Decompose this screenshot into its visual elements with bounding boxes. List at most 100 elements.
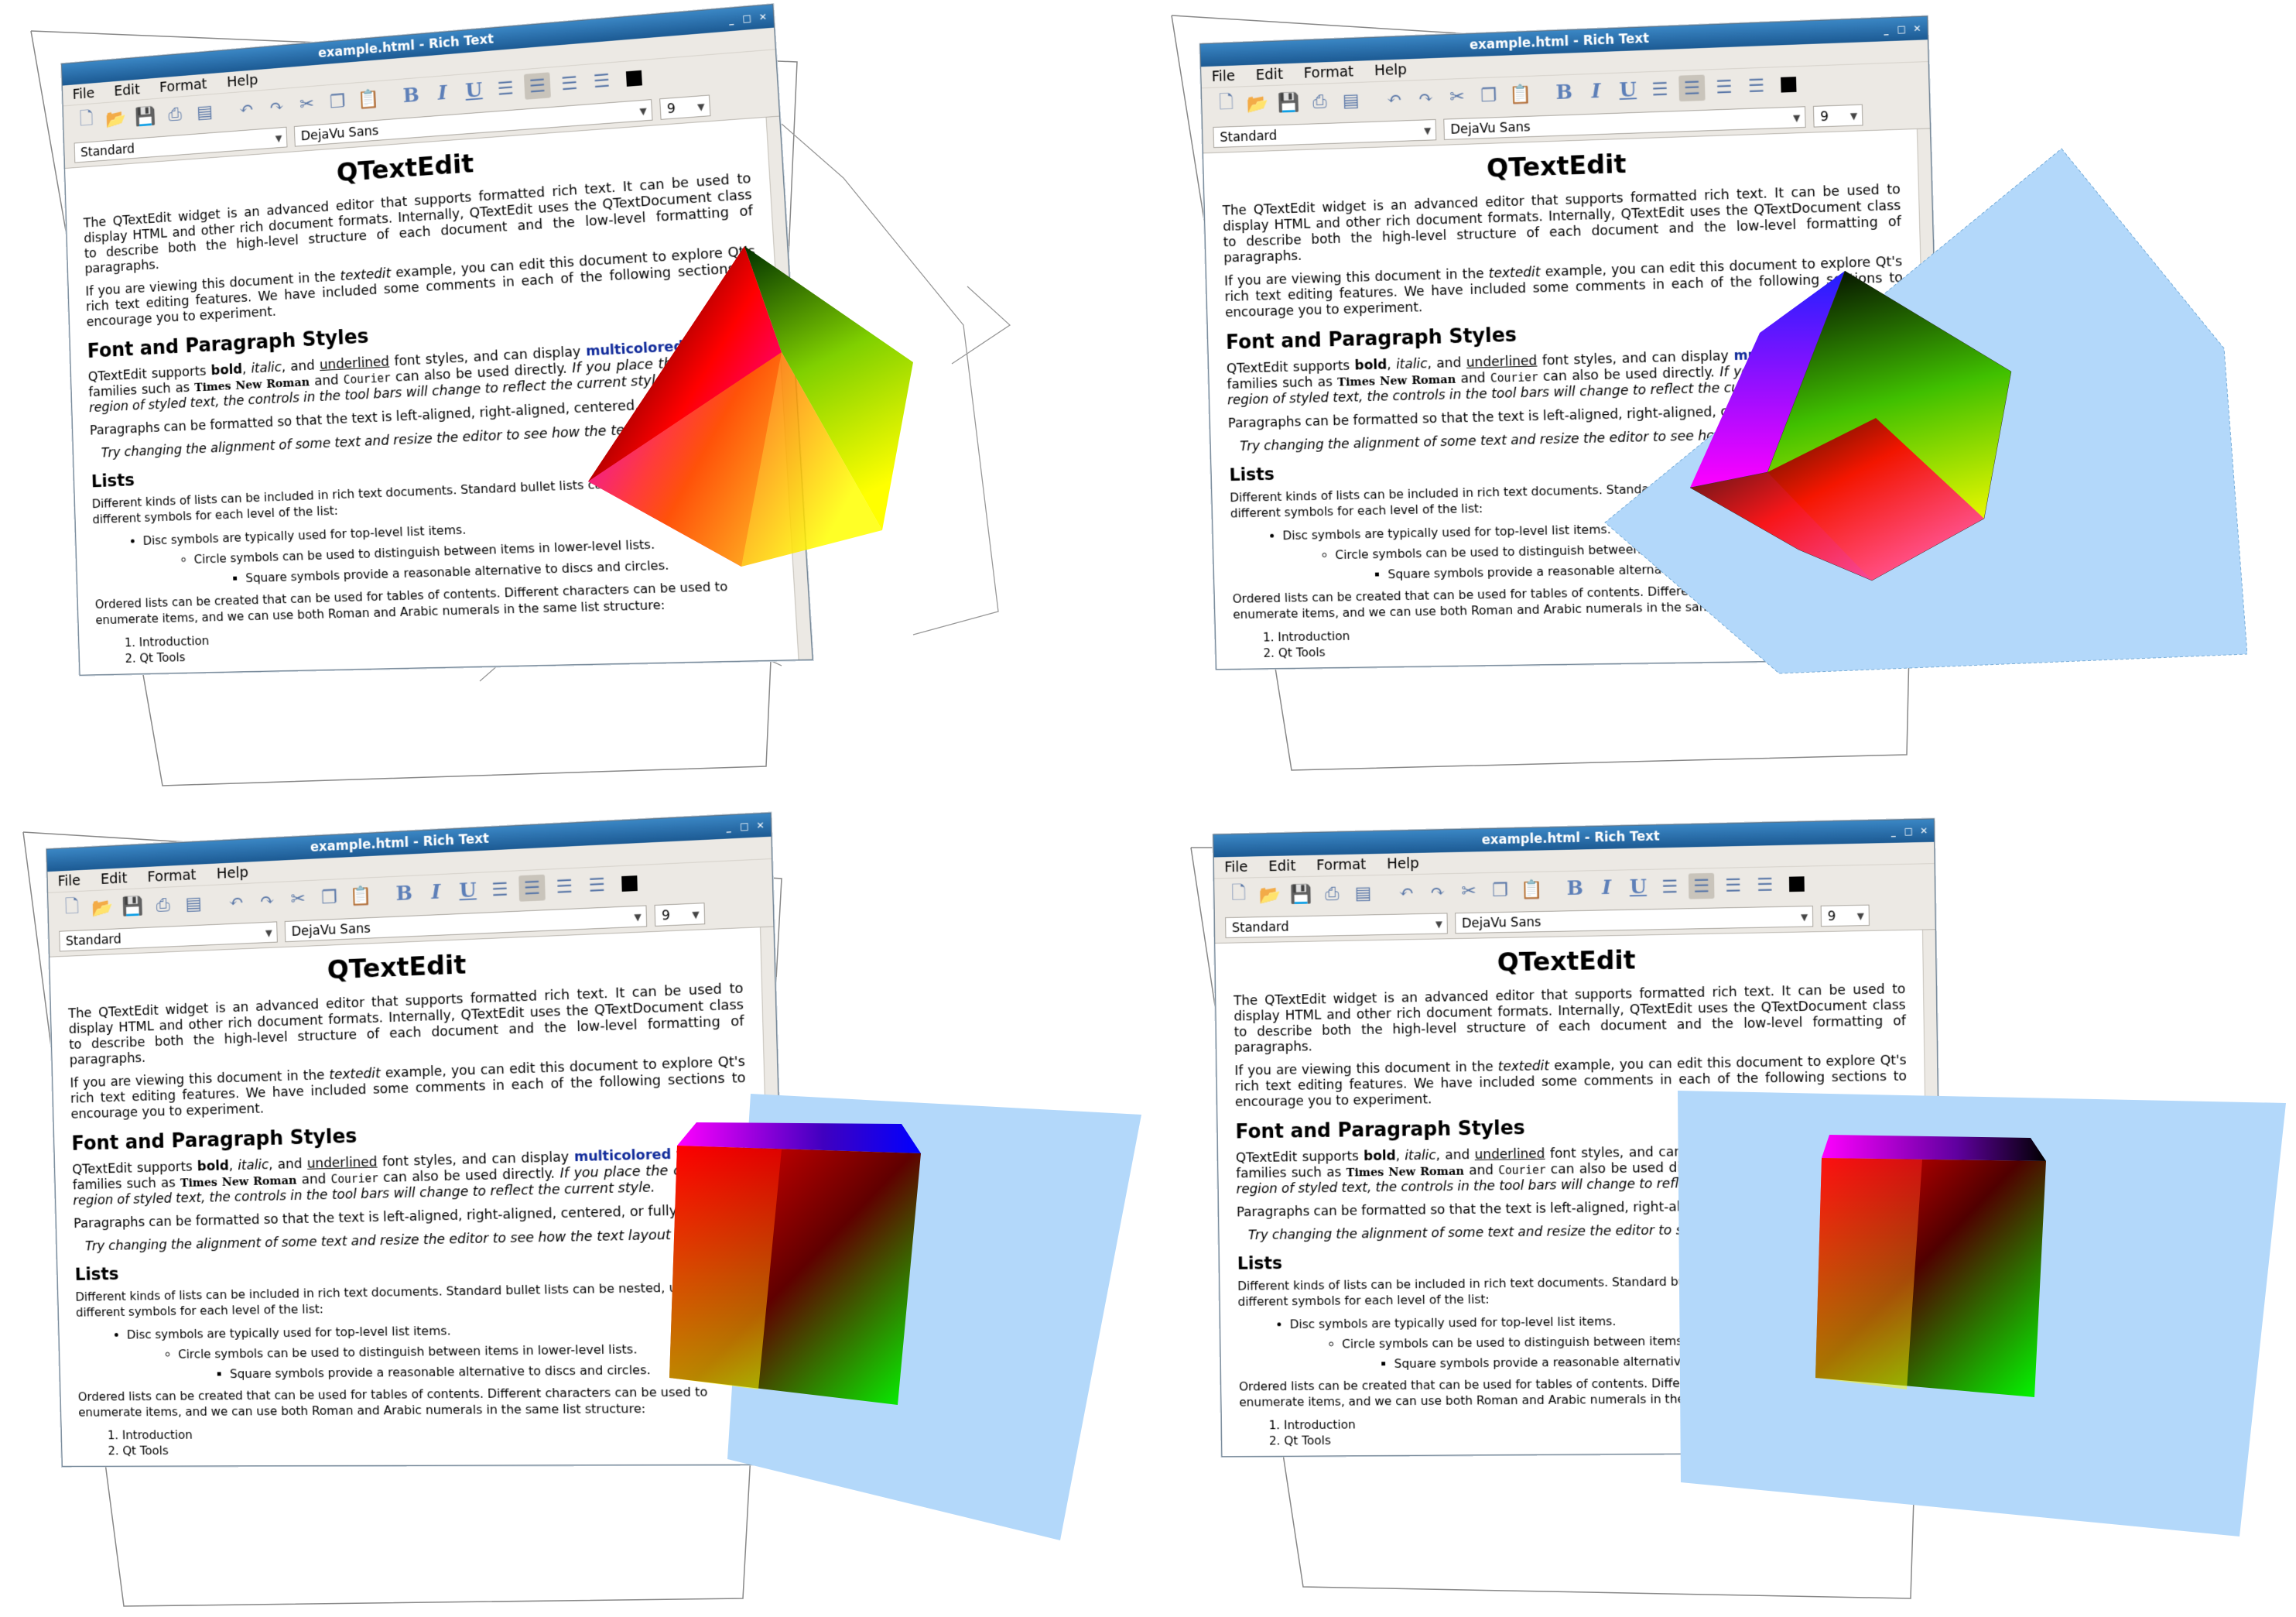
menu-help[interactable]: Help: [217, 862, 249, 885]
menu-edit[interactable]: Edit: [114, 80, 140, 102]
size-combo[interactable]: 9 ▼: [1813, 104, 1863, 128]
maximize-icon[interactable]: □: [739, 820, 751, 832]
style-combo[interactable]: Standard ▼: [1225, 913, 1448, 938]
print-icon[interactable]: ⎙: [1307, 88, 1333, 115]
align-left-icon[interactable]: ☰: [487, 876, 513, 903]
close-icon[interactable]: ✕: [1911, 23, 1922, 34]
print-icon[interactable]: ⎙: [1319, 881, 1345, 906]
minimize-icon[interactable]: _: [1888, 826, 1899, 837]
copy-icon[interactable]: ❐: [1476, 82, 1502, 108]
save-icon[interactable]: 💾: [120, 893, 145, 920]
text-color-icon[interactable]: [1784, 871, 1810, 897]
new-icon[interactable]: 🗋: [74, 108, 99, 134]
export-pdf-icon[interactable]: ▤: [181, 890, 207, 916]
italic-icon[interactable]: I: [429, 80, 456, 107]
menu-file[interactable]: File: [72, 83, 94, 104]
maximize-icon[interactable]: □: [741, 12, 753, 24]
close-icon[interactable]: ✕: [754, 820, 766, 831]
undo-icon[interactable]: ↶: [223, 888, 248, 914]
cut-icon[interactable]: ✂: [1444, 84, 1470, 110]
style-combo[interactable]: Standard ▼: [1213, 119, 1436, 148]
align-right-icon[interactable]: ☰: [551, 873, 578, 900]
menu-file[interactable]: File: [1224, 857, 1248, 879]
new-icon[interactable]: 🗋: [1213, 91, 1239, 118]
save-icon[interactable]: 💾: [1288, 882, 1314, 907]
size-combo[interactable]: 9 ▼: [1821, 905, 1870, 927]
align-center-icon[interactable]: ☰: [1678, 74, 1705, 101]
copy-icon[interactable]: ❐: [324, 88, 350, 115]
menu-format[interactable]: Format: [159, 74, 207, 98]
justify-icon[interactable]: ☰: [583, 872, 611, 899]
menu-format[interactable]: Format: [147, 865, 197, 888]
bold-icon[interactable]: B: [1562, 875, 1588, 902]
open-icon[interactable]: 📂: [104, 105, 128, 132]
close-icon[interactable]: ✕: [757, 11, 768, 22]
menu-format[interactable]: Format: [1303, 61, 1353, 84]
cut-icon[interactable]: ✂: [285, 886, 310, 913]
export-pdf-icon[interactable]: ▤: [1338, 87, 1364, 113]
open-icon[interactable]: 📂: [1257, 882, 1282, 907]
minimize-icon[interactable]: _: [723, 821, 734, 833]
close-icon[interactable]: ✕: [1918, 825, 1929, 836]
italic-icon[interactable]: I: [1593, 875, 1619, 901]
text-color-icon[interactable]: [621, 64, 648, 92]
redo-icon[interactable]: ↷: [264, 93, 289, 120]
size-combo[interactable]: 9 ▼: [655, 903, 706, 927]
align-center-icon[interactable]: ☰: [518, 875, 546, 902]
justify-icon[interactable]: ☰: [1752, 872, 1778, 898]
menu-edit[interactable]: Edit: [1268, 855, 1296, 877]
undo-icon[interactable]: ↶: [234, 95, 259, 122]
align-center-icon[interactable]: ☰: [524, 72, 551, 100]
redo-icon[interactable]: ↷: [1425, 879, 1450, 905]
paste-icon[interactable]: 📋: [1518, 876, 1544, 903]
menu-format[interactable]: Format: [1316, 854, 1367, 875]
paste-icon[interactable]: 📋: [1507, 81, 1534, 108]
bold-icon[interactable]: B: [391, 880, 417, 907]
underline-icon[interactable]: U: [460, 77, 488, 104]
text-color-icon[interactable]: [1775, 71, 1802, 98]
menu-help[interactable]: Help: [1387, 853, 1419, 875]
new-icon[interactable]: 🗋: [60, 896, 84, 922]
align-left-icon[interactable]: ☰: [1657, 874, 1683, 900]
new-icon[interactable]: 🗋: [1226, 882, 1251, 908]
print-icon[interactable]: ⎙: [150, 892, 176, 918]
export-pdf-icon[interactable]: ▤: [1350, 880, 1376, 906]
maximize-icon[interactable]: □: [1896, 23, 1907, 34]
menu-help[interactable]: Help: [227, 70, 258, 93]
italic-icon[interactable]: I: [1583, 78, 1609, 105]
cut-icon[interactable]: ✂: [1456, 878, 1481, 904]
menu-file[interactable]: File: [1211, 66, 1235, 87]
save-icon[interactable]: 💾: [1275, 89, 1301, 115]
copy-icon[interactable]: ❐: [317, 884, 343, 911]
align-right-icon[interactable]: ☰: [556, 70, 583, 98]
maximize-icon[interactable]: □: [1903, 826, 1914, 837]
italic-icon[interactable]: I: [423, 879, 449, 906]
export-pdf-icon[interactable]: ▤: [192, 98, 217, 125]
undo-icon[interactable]: ↶: [1381, 85, 1408, 111]
bold-icon[interactable]: B: [398, 82, 424, 109]
style-combo[interactable]: Standard ▼: [59, 921, 278, 951]
menu-file[interactable]: File: [57, 870, 80, 892]
align-right-icon[interactable]: ☰: [1720, 872, 1747, 899]
open-icon[interactable]: 📂: [90, 895, 115, 921]
menu-edit[interactable]: Edit: [1255, 63, 1283, 85]
paste-icon[interactable]: 📋: [355, 86, 382, 113]
redo-icon[interactable]: ↷: [254, 887, 279, 913]
align-left-icon[interactable]: ☰: [1647, 76, 1673, 103]
underline-icon[interactable]: U: [1625, 875, 1651, 901]
menu-edit[interactable]: Edit: [101, 868, 128, 889]
copy-icon[interactable]: ❐: [1487, 877, 1513, 903]
text-color-icon[interactable]: [616, 870, 643, 897]
justify-icon[interactable]: ☰: [1743, 72, 1770, 99]
paste-icon[interactable]: 📋: [347, 882, 374, 910]
print-icon[interactable]: ⎙: [163, 101, 187, 127]
minimize-icon[interactable]: _: [725, 14, 737, 26]
bold-icon[interactable]: B: [1551, 79, 1577, 105]
font-combo[interactable]: DejaVu Sans ▼: [1455, 906, 1813, 934]
underline-icon[interactable]: U: [454, 878, 481, 905]
align-center-icon[interactable]: ☰: [1689, 873, 1715, 899]
justify-icon[interactable]: ☰: [588, 67, 616, 95]
redo-icon[interactable]: ↷: [1412, 84, 1439, 111]
cut-icon[interactable]: ✂: [294, 91, 320, 118]
align-left-icon[interactable]: ☰: [492, 75, 519, 102]
